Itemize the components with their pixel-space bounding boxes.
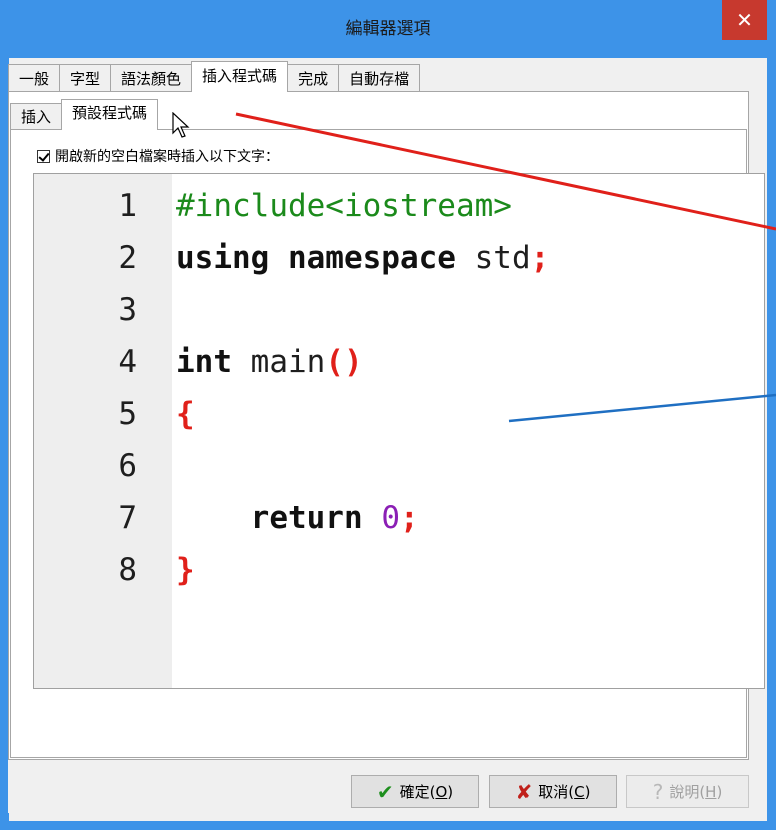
tab-syntax-colors[interactable]: 語法顏色 bbox=[110, 64, 193, 92]
help-button[interactable]: ? 說明(H) bbox=[626, 775, 749, 808]
code-line: 7 return 0; bbox=[34, 492, 764, 544]
code-line: 8 } bbox=[34, 544, 764, 596]
ok-label: 確定(O) bbox=[399, 783, 454, 801]
line-number: 2 bbox=[118, 240, 137, 276]
line-number: 4 bbox=[118, 344, 137, 380]
line-text: { bbox=[176, 396, 195, 432]
line-text: } bbox=[176, 552, 195, 588]
cancel-label: 取消(C) bbox=[538, 783, 591, 801]
checkmark-icon: ✔ bbox=[376, 779, 394, 804]
line-number: 6 bbox=[118, 448, 137, 484]
tab-general[interactable]: 一般 bbox=[8, 64, 61, 92]
x-mark-icon: ✘ bbox=[515, 779, 533, 804]
insert-on-new-file-label: 開啟新的空白檔案時插入以下文字： bbox=[55, 149, 279, 165]
insert-on-new-file-option[interactable]: 開啟新的空白檔案時插入以下文字： bbox=[37, 146, 279, 166]
close-button[interactable]: ✕ bbox=[722, 0, 767, 40]
code-line: 2 using namespace std; bbox=[34, 232, 764, 284]
code-line: 6 bbox=[34, 440, 764, 492]
title-bar[interactable]: 編輯器選項 ✕ bbox=[0, 0, 776, 58]
line-number: 1 bbox=[118, 188, 137, 224]
line-text: int main() bbox=[176, 344, 363, 380]
code-line: 1 #include<iostream> bbox=[34, 180, 764, 232]
line-text: #include<iostream> bbox=[176, 188, 512, 224]
line-text: using namespace std; bbox=[176, 240, 550, 276]
line-text: return 0; bbox=[250, 500, 419, 536]
main-tabs: 一般 字型 語法顏色 插入程式碼 完成 自動存檔 bbox=[8, 61, 421, 92]
dialog-title: 編輯器選項 bbox=[345, 19, 431, 39]
code-line: 5 { bbox=[34, 388, 764, 440]
line-number: 7 bbox=[118, 500, 137, 536]
line-number: 8 bbox=[118, 552, 137, 588]
sub-tabs: 插入 預設程式碼 bbox=[10, 99, 159, 130]
default-code-editor[interactable]: 1 #include<iostream> 2 using namespace s… bbox=[33, 173, 765, 689]
tab-insert-code[interactable]: 插入程式碼 bbox=[191, 61, 289, 92]
subtab-default-code[interactable]: 預設程式碼 bbox=[61, 99, 159, 130]
ok-button[interactable]: ✔ 確定(O) bbox=[351, 775, 479, 808]
line-number: 3 bbox=[118, 292, 137, 328]
mouse-cursor-icon bbox=[172, 112, 190, 138]
cancel-button[interactable]: ✘ 取消(C) bbox=[489, 775, 617, 808]
question-icon: ? bbox=[652, 779, 664, 804]
insert-on-new-file-checkbox[interactable] bbox=[37, 149, 50, 163]
tab-font[interactable]: 字型 bbox=[59, 64, 112, 92]
help-label: 說明(H) bbox=[669, 783, 723, 801]
line-number: 5 bbox=[118, 396, 137, 432]
tab-autosave[interactable]: 自動存檔 bbox=[338, 64, 421, 92]
code-line: 4 int main() bbox=[34, 336, 764, 388]
code-line: 3 bbox=[34, 284, 764, 336]
tab-completion[interactable]: 完成 bbox=[287, 64, 340, 92]
subtab-insert[interactable]: 插入 bbox=[10, 103, 63, 129]
